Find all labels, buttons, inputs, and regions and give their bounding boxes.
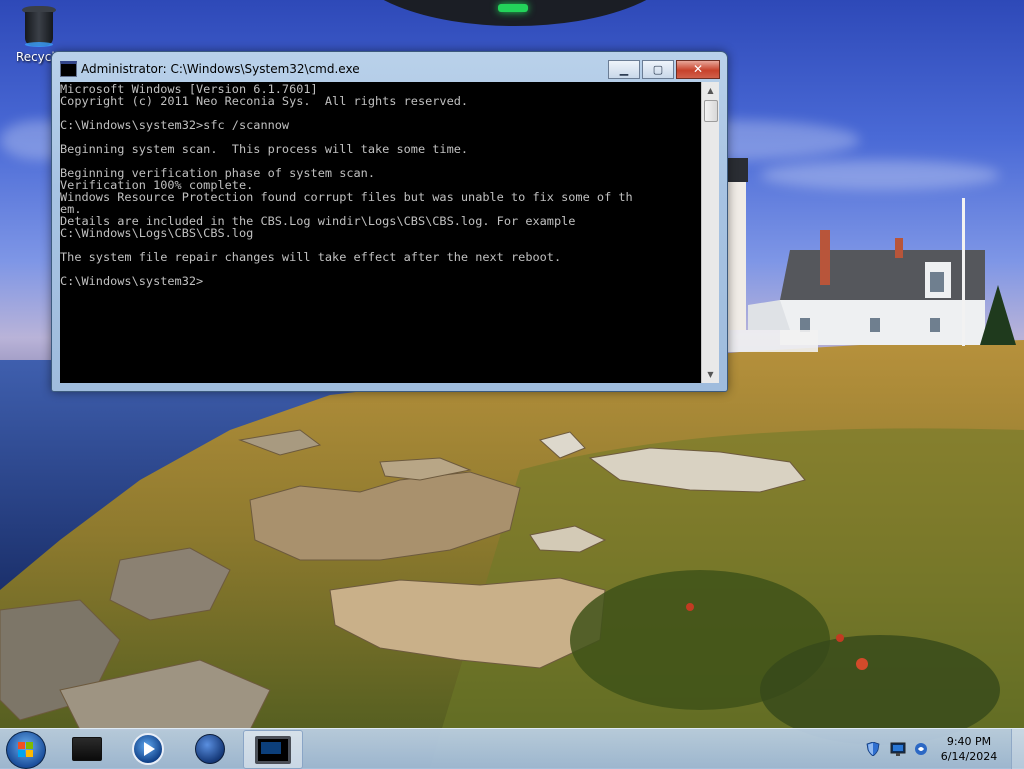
window-title: Administrator: C:\Windows\System32\cmd.e… [81,62,360,76]
recycle-bin-icon [22,6,56,47]
console-line: C:\Windows\system32> [60,274,204,288]
console-line: The system file repair changes will take… [60,250,562,264]
command-prompt-icon [60,61,77,77]
security-shield-icon[interactable] [866,742,880,756]
close-icon: ✕ [692,62,704,76]
minimize-icon: ▁ [619,63,629,76]
scroll-thumb[interactable] [704,100,718,122]
gadget-indicator [498,4,528,12]
window-controls: ▁ ▢ ✕ [608,60,720,79]
system-tray: 9:40 PM 6/14/2024 [854,729,1024,769]
volume-icon[interactable] [914,742,928,756]
taskbar-button-browser[interactable] [181,730,239,767]
cmd-window[interactable]: Administrator: C:\Windows\System32\cmd.e… [51,51,728,392]
console-line: C:\Windows\system32>sfc /scannow [60,118,290,132]
command-prompt-icon [255,735,291,764]
start-button[interactable] [6,731,46,769]
taskbar-clock[interactable]: 9:40 PM 6/14/2024 [938,734,1000,764]
taskbar-button-media-player[interactable] [119,730,177,767]
clock-date: 6/14/2024 [940,750,998,763]
show-desktop-button[interactable] [1011,729,1024,769]
scroll-up-icon[interactable]: ▲ [702,82,719,99]
taskbar-button-computer[interactable] [58,730,116,767]
taskbar-button-cmd[interactable] [243,730,303,769]
console-line: Copyright (c) 2011 Neo Reconia Sys. All … [60,94,469,108]
media-player-icon [132,732,164,765]
windows-logo-icon [18,742,34,757]
console-line: C:\Windows\Logs\CBS\CBS.log [60,226,254,240]
network-icon[interactable] [890,742,906,756]
maximize-button[interactable]: ▢ [642,60,674,79]
scroll-down-icon[interactable]: ▼ [702,366,719,383]
console-text: Microsoft Windows [Version 6.1.7601] Copy… [60,82,701,287]
taskbar: 9:40 PM 6/14/2024 [0,728,1024,769]
monitor-icon [72,736,102,761]
console-line: Windows Resource Protection found corrup… [60,190,633,204]
window-titlebar[interactable]: Administrator: C:\Windows\System32\cmd.e… [52,52,727,82]
vertical-scrollbar[interactable]: ▲ ▼ [701,82,719,383]
console-output[interactable]: Microsoft Windows [Version 6.1.7601] Copy… [60,82,701,383]
console-line: Beginning system scan. This process will… [60,142,469,156]
globe-icon [195,733,225,764]
close-button[interactable]: ✕ [676,60,720,79]
clock-time: 9:40 PM [946,735,992,748]
minimize-button[interactable]: ▁ [608,60,640,79]
maximize-icon: ▢ [652,63,664,76]
